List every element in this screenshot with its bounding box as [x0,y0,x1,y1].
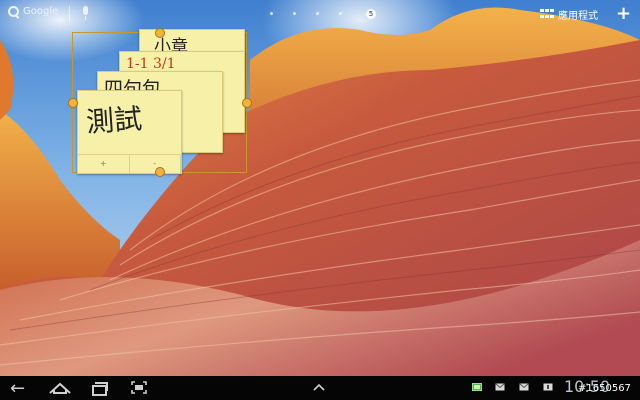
sticky-note-front[interactable]: 測試 + - [77,90,182,174]
sticky-notes-widget[interactable]: 小章 1-1 3/1 四句包 測試 + - [68,28,252,177]
apps-label: 應用程式 [558,11,598,22]
resize-handle-bottom[interactable] [155,167,165,177]
page-indicator[interactable]: 5 [366,9,376,19]
screenshot-icon[interactable] [131,381,147,394]
google-search-button[interactable]: Google [8,6,58,17]
microphone-icon [83,6,88,15]
resize-handle-right[interactable] [242,98,252,108]
back-icon[interactable]: ← [10,378,25,399]
note-add-button[interactable]: + [78,155,130,173]
search-icon [8,6,19,17]
gmail-icon[interactable] [519,383,529,391]
top-bar: Google 5 應用程式 + [0,0,640,28]
watermark: #1650567 [578,383,631,394]
note-controls: + - [78,154,181,173]
resize-handle-top[interactable] [155,28,165,38]
system-bar: ← 10:50 [0,376,640,400]
home-icon[interactable] [48,382,72,394]
apps-grid-icon [540,9,554,20]
battery-icon [472,383,482,391]
note-handwriting: 1-1 3/1 [126,56,176,72]
apps-button[interactable]: 應用程式 [540,7,598,22]
google-search-label: Google [23,6,59,17]
add-widget-button[interactable]: + [616,3,631,24]
resize-handle-left[interactable] [68,98,78,108]
page-dots [270,12,342,15]
voice-search-button[interactable] [83,6,88,20]
divider [69,6,70,21]
up-arrow-icon[interactable] [312,380,326,394]
calendar-icon[interactable] [543,383,553,391]
gmail-icon[interactable] [495,383,505,391]
recent-apps-icon[interactable] [92,382,108,396]
note-handwriting: 測試 [85,102,144,139]
